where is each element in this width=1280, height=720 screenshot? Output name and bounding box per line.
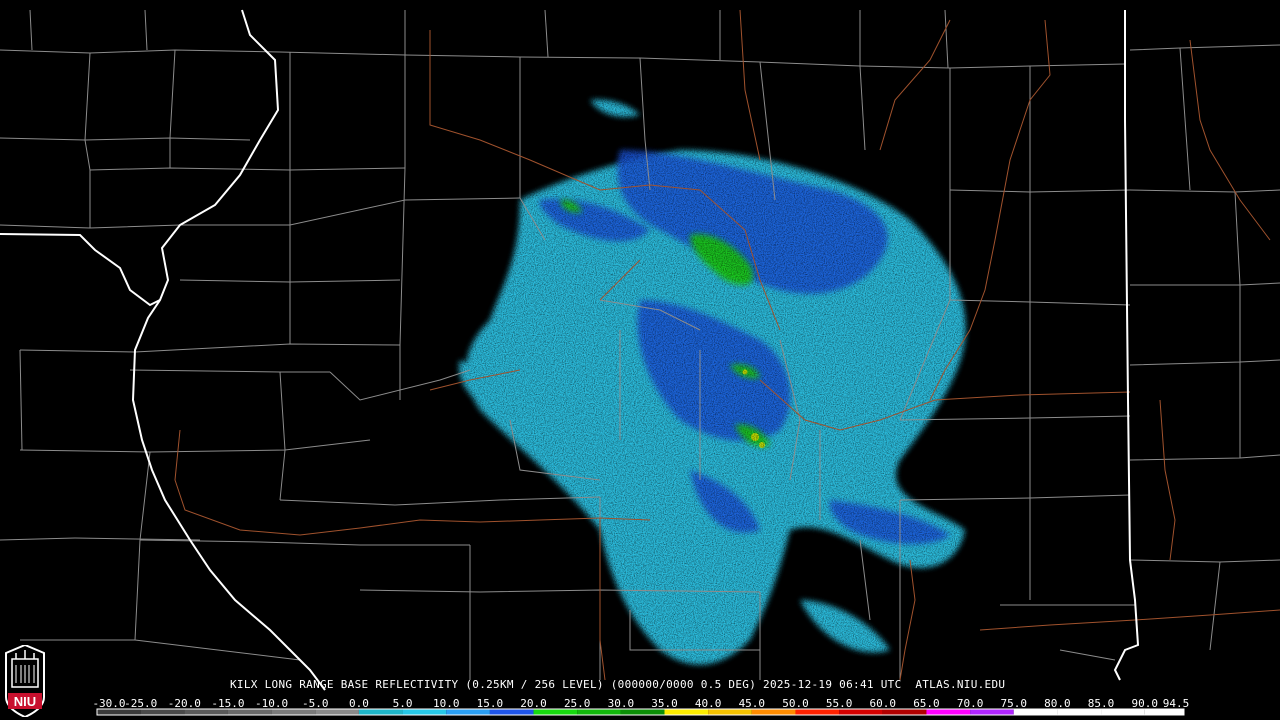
color-scale-label: 70.0 xyxy=(956,697,984,710)
color-scale-label: 40.0 xyxy=(694,697,722,710)
color-scale-label: 45.0 xyxy=(738,697,766,710)
color-scale-label: -25.0 xyxy=(124,697,158,710)
color-scale-labels: -30.0 -25.0 -20.0 -15.0 -10.0 -5.0 0.0 5.0 10.0 1… xyxy=(0,697,1280,710)
color-scale-label: -15.0 xyxy=(211,697,245,710)
color-scale-label: 25.0 xyxy=(563,697,591,710)
color-scale-label: 90.0 xyxy=(1131,697,1158,710)
radar-map xyxy=(0,0,1280,720)
color-scale-label: -20.0 xyxy=(167,697,201,710)
product-title: KILX LONG RANGE BASE REFLECTIVITY (0.25K… xyxy=(230,678,1006,691)
color-scale-label: 50.0 xyxy=(782,697,809,710)
color-scale-label: 94.5 xyxy=(1162,697,1190,710)
color-scale-label: 35.0 xyxy=(651,697,678,710)
color-scale-label: -30.0 xyxy=(92,697,126,710)
color-scale-label: 10.0 xyxy=(432,697,460,710)
color-scale-label: 85.0 xyxy=(1087,697,1115,710)
color-scale-label: 60.0 xyxy=(869,697,897,710)
color-scale-label: 5.0 xyxy=(392,697,413,710)
reflectivity-echoes xyxy=(440,90,980,690)
color-scale-label: 15.0 xyxy=(476,697,504,710)
color-scale-label: 80.0 xyxy=(1044,697,1071,710)
color-scale-label: 20.0 xyxy=(520,697,547,710)
niu-logo-text: NIU xyxy=(14,694,36,709)
color-scale-label: 0.0 xyxy=(348,697,369,710)
color-scale-label: 30.0 xyxy=(607,697,635,710)
color-scale-label: 55.0 xyxy=(825,697,853,710)
color-scale-label: 65.0 xyxy=(913,697,940,710)
niu-logo-icon: NIU xyxy=(5,645,45,717)
color-scale-label: 75.0 xyxy=(1000,697,1027,710)
color-scale-label: -5.0 xyxy=(302,697,329,710)
echo-texture xyxy=(440,90,980,690)
color-scale-label: -10.0 xyxy=(255,697,289,710)
